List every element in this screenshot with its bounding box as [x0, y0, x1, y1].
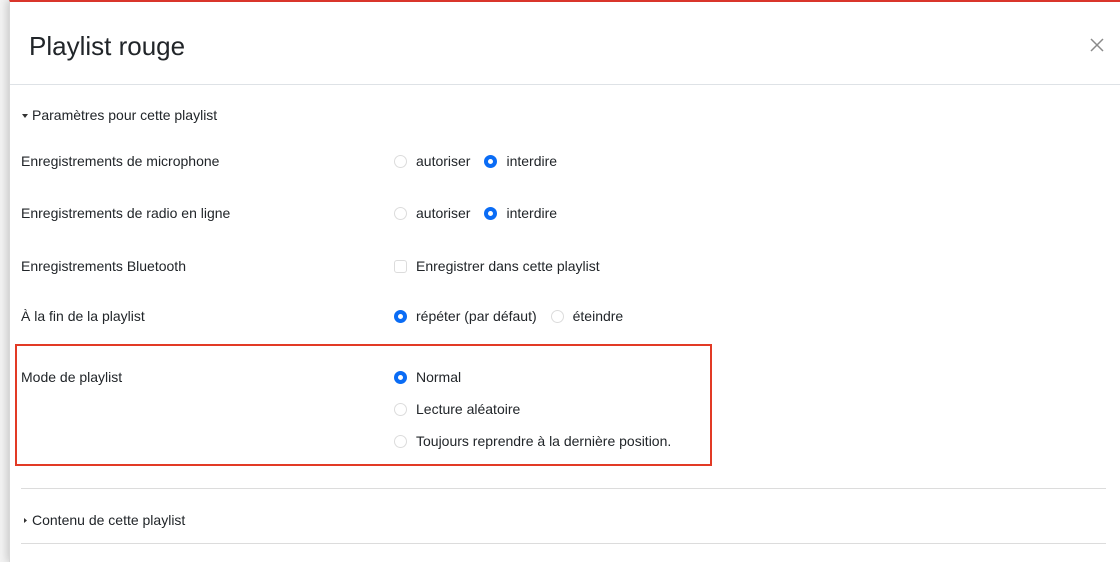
caret-right-icon: [24, 518, 27, 523]
playlist-mode-options: Normal Lecture aléatoire Toujours repren…: [394, 368, 685, 464]
content-section-toggle[interactable]: Contenu de cette playlist: [20, 511, 185, 529]
online-radio-allow-label: autoriser: [416, 205, 471, 221]
end-of-playlist-label: À la fin de la playlist: [21, 308, 145, 324]
turn-off-label: éteindre: [572, 308, 624, 324]
repeat-label: répéter (par défaut): [416, 308, 537, 324]
bluetooth-record-option[interactable]: Enregistrer dans cette playlist: [394, 257, 600, 275]
repeat-radio[interactable]: [394, 309, 407, 323]
microphone-allow-label: autoriser: [416, 153, 471, 169]
online-radio-allow-option[interactable]: autoriser: [394, 204, 470, 222]
online-radio-deny-label: interdire: [506, 205, 558, 221]
close-button[interactable]: [1086, 34, 1108, 56]
online-radio-options: autoriser interdire: [394, 204, 571, 222]
mode-shuffle-option[interactable]: Lecture aléatoire: [394, 400, 671, 418]
playlist-settings-modal: Playlist rouge Paramètres pour cette pla…: [9, 0, 1120, 562]
online-radio-allow-radio[interactable]: [394, 206, 407, 220]
bluetooth-options: Enregistrer dans cette playlist: [394, 257, 614, 275]
microphone-label: Enregistrements de microphone: [21, 153, 220, 169]
modal-title: Playlist rouge: [29, 31, 186, 61]
settings-section-label: Paramètres pour cette playlist: [32, 107, 218, 123]
microphone-deny-label: interdire: [506, 153, 558, 169]
bluetooth-record-checkbox[interactable]: [394, 259, 407, 273]
mode-shuffle-radio[interactable]: [394, 402, 407, 416]
mode-resume-radio[interactable]: [394, 434, 407, 448]
playlist-mode-label: Mode de playlist: [21, 369, 123, 385]
online-radio-label: Enregistrements de radio en ligne: [21, 205, 231, 221]
online-radio-deny-radio[interactable]: [484, 206, 498, 220]
mode-resume-label: Toujours reprendre à la dernière positio…: [416, 433, 672, 449]
mode-resume-option[interactable]: Toujours reprendre à la dernière positio…: [394, 432, 671, 450]
microphone-deny-radio[interactable]: [484, 154, 498, 168]
microphone-allow-option[interactable]: autoriser: [394, 152, 470, 170]
caret-down-icon: [22, 114, 28, 118]
bottom-divider: [21, 543, 1106, 544]
content-section-label: Contenu de cette playlist: [32, 512, 186, 528]
turn-off-option[interactable]: éteindre: [550, 307, 624, 325]
repeat-option[interactable]: répéter (par défaut): [394, 307, 537, 325]
bluetooth-label: Enregistrements Bluetooth: [21, 258, 186, 274]
microphone-options: autoriser interdire: [394, 152, 571, 170]
microphone-deny-option[interactable]: interdire: [484, 152, 557, 170]
microphone-allow-radio[interactable]: [394, 154, 407, 168]
mode-normal-option[interactable]: Normal: [394, 368, 671, 386]
mode-shuffle-label: Lecture aléatoire: [416, 401, 521, 417]
mode-normal-label: Normal: [416, 369, 462, 385]
bluetooth-record-label: Enregistrer dans cette playlist: [416, 258, 600, 274]
mode-normal-radio[interactable]: [394, 370, 407, 384]
settings-section-toggle[interactable]: Paramètres pour cette playlist: [20, 106, 217, 124]
turn-off-radio[interactable]: [550, 309, 564, 323]
section-divider: [21, 488, 1106, 489]
end-of-playlist-options: répéter (par défaut) éteindre: [394, 307, 637, 325]
modal-header: Playlist rouge: [10, 2, 1120, 85]
close-icon: [1090, 38, 1104, 52]
online-radio-deny-option[interactable]: interdire: [484, 204, 557, 222]
